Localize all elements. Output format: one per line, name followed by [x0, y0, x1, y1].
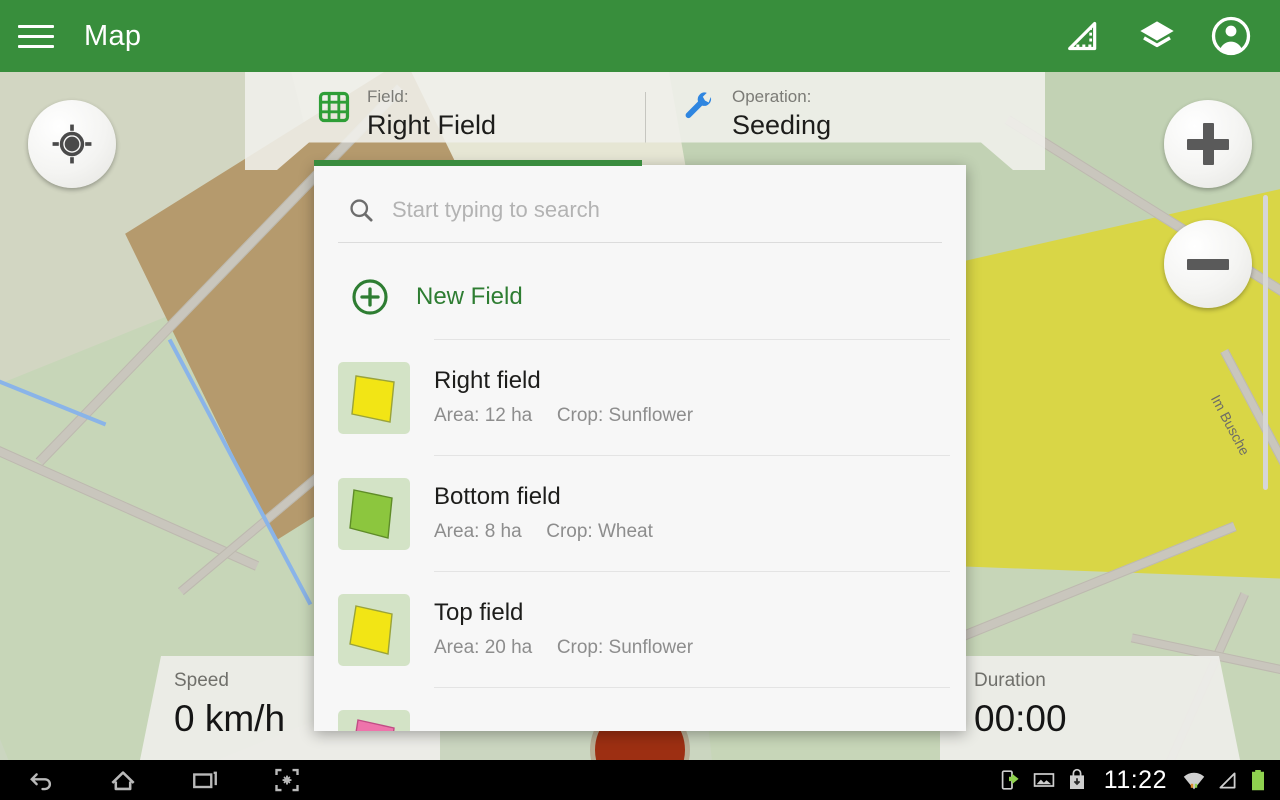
status-clock: 11:22 — [1103, 765, 1167, 794]
hamburger-menu-icon[interactable] — [0, 0, 72, 72]
recents-icon[interactable] — [164, 760, 246, 800]
field-item-area: Area: 20 ha — [434, 636, 533, 658]
field-label: Field: — [367, 87, 409, 106]
screenshot-icon[interactable] — [246, 760, 328, 800]
android-status-icons: 11:22 — [999, 766, 1280, 795]
field-grid-icon — [315, 88, 353, 126]
home-icon[interactable] — [82, 760, 164, 800]
field-thumbnail — [338, 709, 410, 731]
operation-value: Seeding — [732, 110, 832, 140]
measure-area-icon[interactable] — [1060, 13, 1106, 59]
operation-label: Operation: — [732, 87, 812, 106]
signal-triangle-icon — [1215, 768, 1239, 792]
zoom-out-button[interactable] — [1164, 220, 1252, 308]
field-item-area: Area: 12 ha — [434, 404, 533, 426]
field-item-crop: Crop: Wheat — [546, 520, 653, 542]
minus-icon — [1187, 258, 1229, 270]
page-title: Map — [84, 19, 142, 52]
android-system-bar: 11:22 — [0, 760, 1280, 800]
field-shape-icon — [351, 374, 395, 423]
list-item[interactable]: Top Field — [314, 688, 966, 731]
field-item-meta: Area: 20 ha Crop: Sunflower — [434, 633, 693, 663]
search-icon — [338, 196, 384, 224]
list-item[interactable]: Top field Area: 20 ha Crop: Sunflower — [314, 572, 966, 687]
new-field-button[interactable]: New Field — [314, 255, 966, 339]
my-location-icon — [52, 124, 92, 164]
field-item-crop: Crop: Sunflower — [556, 404, 694, 426]
active-tab-underline — [314, 160, 642, 166]
field-value: Right Field — [367, 110, 497, 140]
field-item-name: Top Field — [434, 730, 531, 732]
duration-label: Duration — [974, 670, 1046, 691]
plus-circle-icon — [338, 277, 402, 317]
field-shape-icon — [355, 718, 395, 731]
back-icon[interactable] — [0, 760, 82, 800]
field-thumbnail — [338, 477, 410, 550]
android-nav-keys — [0, 760, 328, 800]
account-circle-icon[interactable] — [1208, 13, 1254, 59]
wrench-icon — [680, 88, 718, 126]
context-field-tab[interactable]: Field: Right Field — [245, 88, 645, 142]
field-item-meta: Area: 8 ha Crop: Wheat — [434, 517, 653, 547]
app-bar: Map — [0, 0, 1280, 72]
zoom-in-button[interactable] — [1164, 100, 1252, 188]
search-input[interactable] — [384, 196, 942, 223]
field-shape-icon — [349, 488, 393, 539]
duration-panel: Duration 00:00 — [940, 656, 1240, 760]
field-item-crop: Crop: Sunflower — [556, 636, 694, 658]
dropdown-scrollbar[interactable] — [1263, 195, 1268, 490]
field-thumbnail — [338, 361, 410, 434]
field-shape-icon — [349, 604, 393, 655]
screenshot-image-icon — [1032, 768, 1056, 792]
plus-icon-vertical — [1202, 123, 1214, 165]
duration-value: 00:00 — [974, 698, 1067, 739]
my-location-button[interactable] — [28, 100, 116, 188]
field-item-name: Right field — [434, 366, 541, 394]
list-item[interactable]: Bottom field Area: 8 ha Crop: Wheat — [314, 456, 966, 571]
search-box — [314, 165, 966, 255]
field-item-name: Top field — [434, 598, 524, 626]
context-operation-tab[interactable]: Operation: Seeding — [646, 88, 831, 142]
map-layers-icon[interactable] — [1134, 13, 1180, 59]
usb-transfer-icon — [999, 768, 1023, 792]
wifi-icon — [1182, 768, 1206, 792]
field-item-area: Area: 8 ha — [434, 520, 522, 542]
app-screen: Im Busche Speed 0 km/h Duration 00:00 Fi… — [0, 0, 1280, 800]
battery-icon — [1248, 768, 1268, 792]
download-bag-icon — [1065, 768, 1089, 792]
field-thumbnail — [338, 593, 410, 666]
new-field-label: New Field — [416, 283, 523, 310]
app-bar-actions — [1060, 13, 1280, 59]
field-item-name: Bottom field — [434, 482, 561, 510]
list-item[interactable]: Right field Area: 12 ha Crop: Sunflower — [314, 340, 966, 455]
field-selector-dropdown: New Field Right field Area: 12 ha Crop: … — [314, 165, 966, 731]
field-item-meta: Area: 12 ha Crop: Sunflower — [434, 401, 693, 431]
